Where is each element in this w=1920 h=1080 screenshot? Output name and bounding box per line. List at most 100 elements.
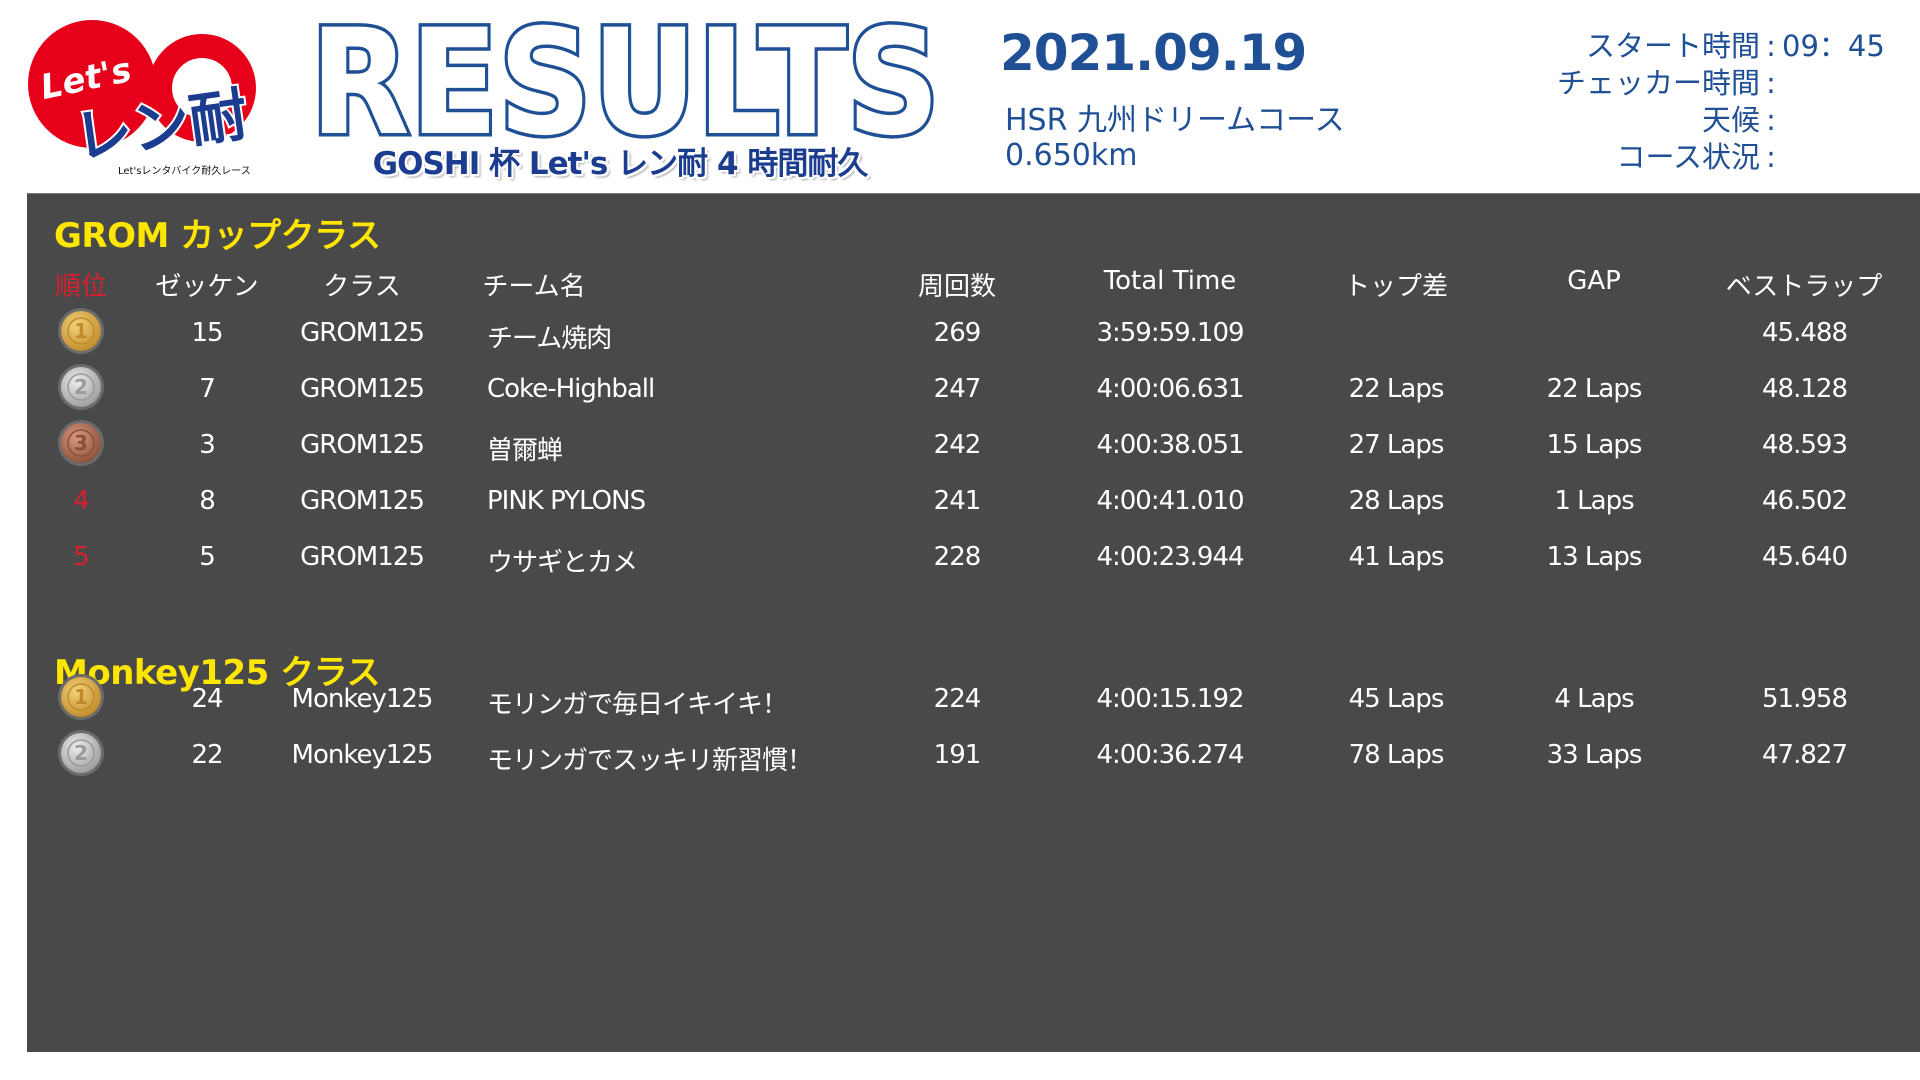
info-colon: :: [1766, 29, 1776, 63]
cell-team: モリンガで毎日イキイキ！: [487, 690, 788, 720]
col-head-number: ゼッケン: [155, 272, 259, 302]
info-checker-time: チェッカー時間 :: [1480, 65, 1900, 102]
cell-gap: 4 Laps: [1554, 684, 1634, 714]
cell-top-diff: 45 Laps: [1348, 684, 1445, 714]
cell-gap: 13 Laps: [1546, 542, 1643, 572]
cell-number: 7: [199, 374, 216, 404]
info-label: コース状況: [1616, 140, 1760, 174]
cell-gap: 22 Laps: [1546, 374, 1643, 404]
cell-team: Coke-Highball: [487, 374, 655, 404]
cell-number: 22: [191, 740, 223, 770]
cell-gap: 1 Laps: [1554, 486, 1634, 516]
course-length: 0.650km: [1005, 138, 1138, 173]
cell-class: GROM125: [300, 486, 425, 516]
col-head-laps: 周回数: [917, 272, 997, 302]
gold-medal-icon: 1: [58, 308, 104, 354]
cell-best-lap: 48.593: [1762, 430, 1848, 460]
cell-total-time: 4:00:15.192: [1096, 684, 1244, 714]
cell-total-time: 3:59:59.109: [1096, 318, 1244, 348]
cell-class: GROM125: [300, 374, 425, 404]
cell-team: モリンガでスッキリ新習慣！: [487, 746, 813, 776]
cell-laps: 228: [933, 542, 982, 572]
cell-class: GROM125: [300, 542, 425, 572]
info-colon: :: [1766, 103, 1776, 137]
info-label: チェッカー時間: [1556, 66, 1760, 100]
cell-best-lap: 45.488: [1762, 318, 1848, 348]
rank-number: 5: [73, 542, 90, 572]
medal-rank-text: 2: [74, 375, 88, 399]
cell-total-time: 4:00:06.631: [1096, 374, 1244, 404]
cell-gap: 15 Laps: [1546, 430, 1643, 460]
cell-top-diff: 41 Laps: [1348, 542, 1445, 572]
class-title-grom: GROM カップクラス: [54, 216, 381, 256]
col-head-team: チーム名: [482, 272, 586, 302]
cell-total-time: 4:00:41.010: [1096, 486, 1244, 516]
medal-rank-text: 1: [74, 319, 88, 343]
cell-laps: 242: [933, 430, 982, 460]
cell-number: 15: [191, 318, 223, 348]
cell-laps: 241: [933, 486, 982, 516]
cell-team: 曽爾蝉: [487, 436, 563, 466]
col-head-total-time: Total Time: [1103, 266, 1237, 296]
cell-total-time: 4:00:36.274: [1096, 740, 1244, 770]
medal-rank-text: 3: [74, 431, 88, 455]
cell-number: 8: [199, 486, 216, 516]
cell-class: GROM125: [300, 430, 425, 460]
cell-laps: 269: [933, 318, 982, 348]
col-head-rank: 順位: [54, 272, 108, 302]
results-title: RESULTS: [307, 0, 944, 148]
medal-rank-text: 1: [74, 685, 88, 709]
info-colon: :: [1766, 140, 1776, 174]
cell-best-lap: 45.640: [1762, 542, 1848, 572]
info-value: [1782, 102, 1900, 139]
col-head-class: クラス: [323, 272, 401, 302]
cell-number: 3: [199, 430, 216, 460]
cell-best-lap: 47.827: [1762, 740, 1848, 770]
event-venue: HSR 九州ドリームコース: [1005, 103, 1345, 138]
event-date: 2021.09.19: [1000, 24, 1307, 82]
cell-top-diff: 28 Laps: [1348, 486, 1445, 516]
cell-best-lap: 48.128: [1762, 374, 1848, 404]
silver-medal-icon: 2: [58, 730, 104, 776]
info-label: スタート時間: [1585, 29, 1760, 63]
event-subtitle: GOSHI 杯 Let's レン耐 4 時間耐久: [372, 146, 869, 182]
col-head-top-diff: トップ差: [1343, 272, 1449, 302]
info-start-time: スタート時間 : 09：45: [1480, 28, 1900, 65]
cell-total-time: 4:00:23.944: [1096, 542, 1244, 572]
cell-best-lap: 51.958: [1762, 684, 1848, 714]
cell-total-time: 4:00:38.051: [1096, 430, 1244, 460]
cell-class: Monkey125: [291, 684, 434, 714]
cell-laps: 191: [933, 740, 982, 770]
info-label: 天候: [1701, 103, 1760, 137]
cell-number: 24: [191, 684, 223, 714]
cell-class: GROM125: [300, 318, 425, 348]
col-head-best-lap: ベストラップ: [1725, 272, 1883, 302]
cell-team: PINK PYLONS: [487, 486, 646, 516]
race-info-panel: スタート時間 : 09：45 チェッカー時間 : 天候 : コース状況 :: [1480, 28, 1900, 176]
logo-sub-text: Let'sレンタバイク耐久レース: [118, 164, 251, 177]
cell-gap: 33 Laps: [1546, 740, 1643, 770]
results-title-text: RESULTS: [310, 0, 940, 148]
info-value: [1782, 139, 1900, 176]
bronze-medal-icon: 3: [58, 420, 104, 466]
silver-medal-icon: 2: [58, 364, 104, 410]
cell-laps: 224: [933, 684, 982, 714]
cell-best-lap: 46.502: [1762, 486, 1848, 516]
cell-number: 5: [199, 542, 216, 572]
cell-team: チーム焼肉: [487, 324, 612, 354]
cell-top-diff: 27 Laps: [1348, 430, 1445, 460]
info-value: [1782, 65, 1900, 102]
rank-number: 4: [73, 486, 90, 516]
info-value: 09：45: [1782, 29, 1885, 63]
gold-medal-icon: 1: [58, 674, 104, 720]
results-board: GROM カップクラス 順位 ゼッケン クラス チーム名 周回数 Total T…: [27, 193, 1920, 1052]
cell-class: Monkey125: [291, 740, 434, 770]
lets-rentai-logo: Let's レン耐 Let'sレンタバイク耐久レース: [28, 20, 256, 177]
info-weather: 天候 :: [1480, 102, 1900, 139]
info-colon: :: [1766, 66, 1776, 100]
medal-rank-text: 2: [74, 741, 88, 765]
cell-top-diff: 78 Laps: [1348, 740, 1445, 770]
info-course-condition: コース状況 :: [1480, 139, 1900, 176]
cell-laps: 247: [933, 374, 982, 404]
cell-top-diff: 22 Laps: [1348, 374, 1445, 404]
